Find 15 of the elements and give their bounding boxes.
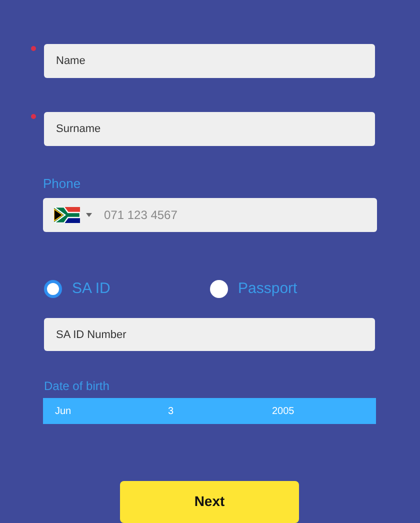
date-picker[interactable]: Jun 3 2005 (43, 398, 376, 424)
id-number-field[interactable]: SA ID Number (44, 318, 375, 352)
radio-option[interactable]: SA ID (44, 278, 210, 300)
phone-field[interactable]: 071 123 4567 (43, 198, 377, 232)
next-button[interactable]: Next (120, 480, 299, 523)
day-value: 3 (168, 404, 175, 419)
flag-icon (54, 206, 80, 222)
radio-option[interactable]: Passport (210, 278, 298, 300)
dropdown-caret-icon[interactable] (86, 212, 92, 216)
month-value: Jun (55, 404, 72, 419)
field-label: Phone (43, 175, 82, 193)
field-label: Date of birth (44, 378, 110, 396)
year-value: 2005 (272, 404, 294, 419)
text-field[interactable]: Name (44, 44, 375, 78)
text-field[interactable]: Surname (44, 112, 375, 146)
